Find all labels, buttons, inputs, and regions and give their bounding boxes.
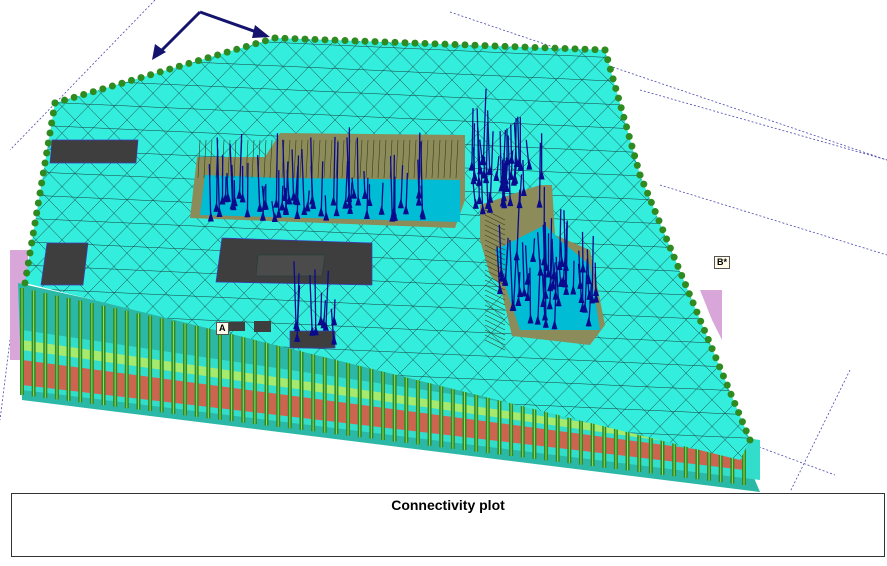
- plot-caption: Connectivity plot: [391, 497, 505, 513]
- connectivity-mesh-scene: [0, 0, 887, 492]
- point-label-a: A: [216, 322, 229, 335]
- point-label-b-star: B*: [714, 256, 731, 269]
- caption-panel: Connectivity plot: [11, 493, 885, 557]
- model-viewport[interactable]: A B*: [0, 0, 887, 492]
